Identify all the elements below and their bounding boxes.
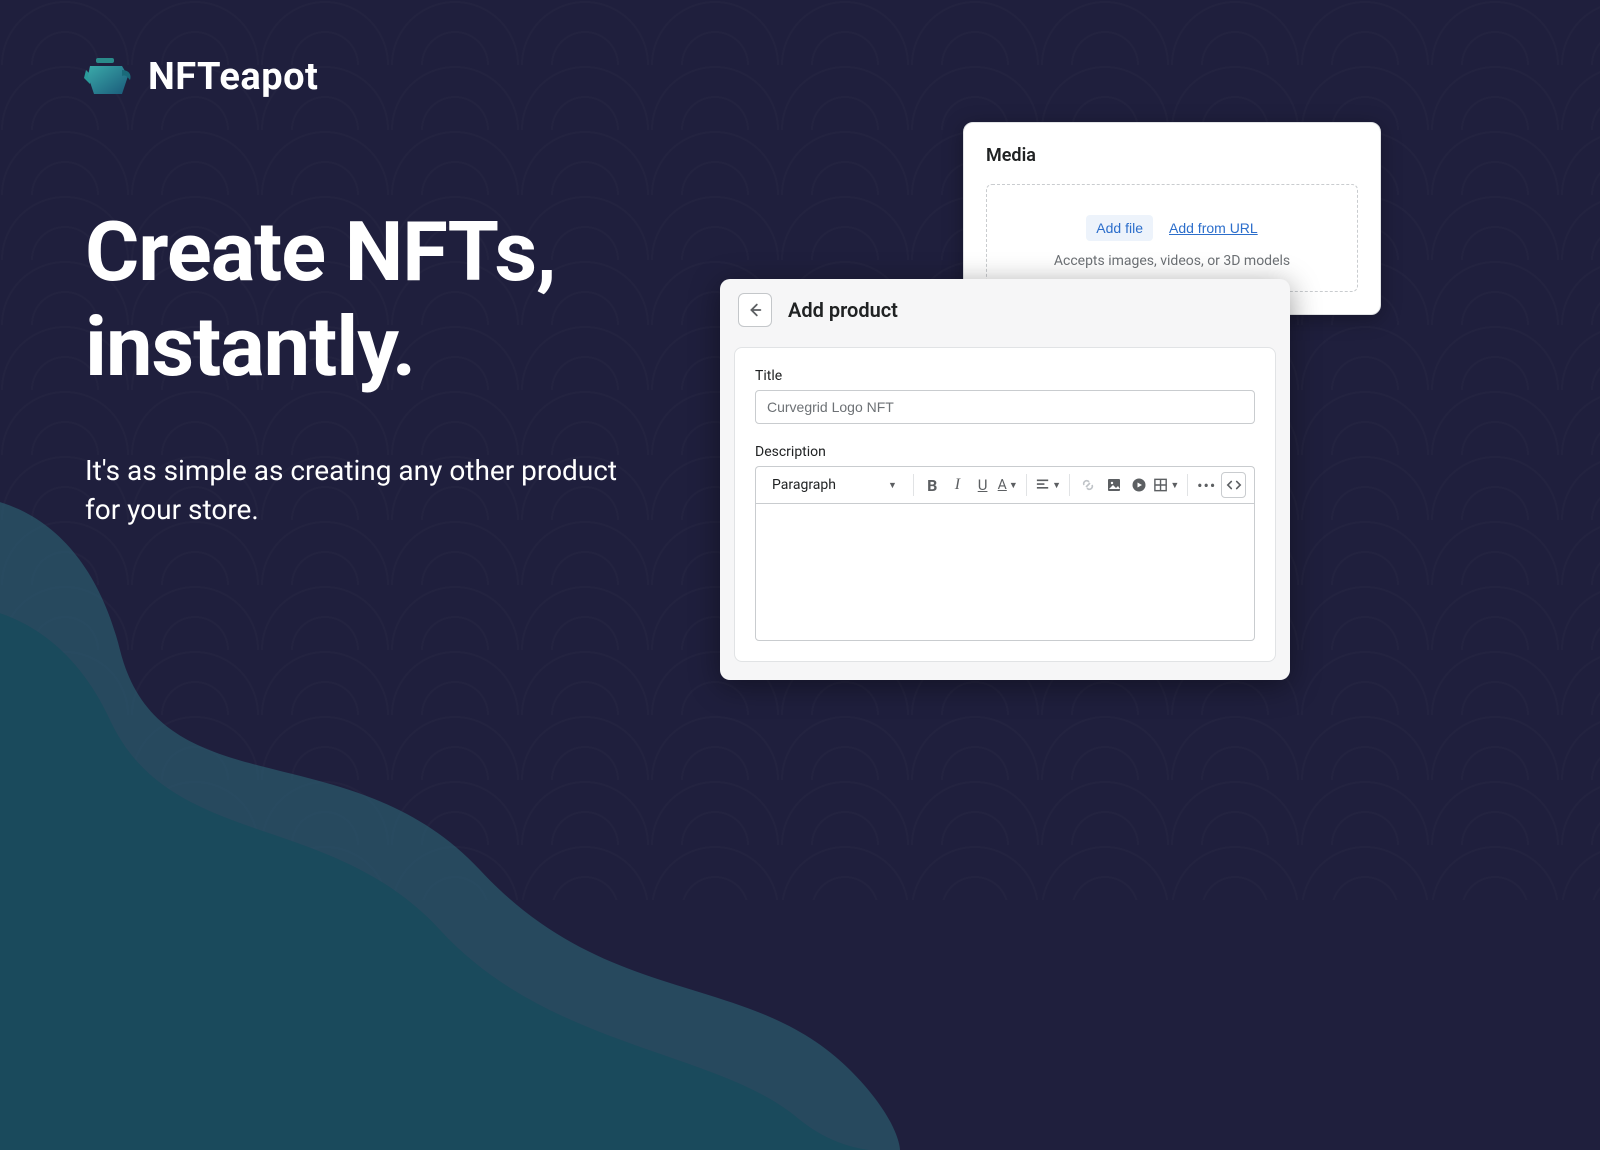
video-button[interactable]: [1128, 472, 1149, 498]
chevron-down-icon: ▼: [1170, 480, 1179, 491]
chevron-down-icon: ▼: [1052, 480, 1061, 491]
more-button[interactable]: •••: [1196, 472, 1217, 498]
hero-title-line1: Create NFTs,: [85, 205, 645, 300]
editor-toolbar: Paragraph ▼ B I U A▼ ▼: [755, 466, 1255, 503]
title-input[interactable]: [755, 390, 1255, 424]
separator: [1026, 474, 1027, 496]
back-button[interactable]: [738, 293, 772, 327]
paragraph-dropdown[interactable]: Paragraph ▼: [764, 473, 905, 497]
separator: [1187, 474, 1188, 496]
hero-title-line2: instantly.: [85, 300, 645, 395]
add-file-button[interactable]: Add file: [1086, 215, 1153, 241]
add-from-url-button[interactable]: Add from URL: [1169, 215, 1258, 241]
product-header-title: Add product: [788, 298, 898, 322]
paragraph-label: Paragraph: [772, 477, 836, 493]
media-hint: Accepts images, videos, or 3D models: [997, 253, 1347, 269]
brand-name: NFTeapot: [148, 55, 318, 99]
code-view-button[interactable]: [1221, 472, 1246, 498]
image-icon: [1106, 477, 1122, 493]
separator: [1069, 474, 1070, 496]
arrow-left-icon: [746, 301, 764, 319]
image-button[interactable]: [1103, 472, 1124, 498]
play-icon: [1131, 477, 1147, 493]
media-heading: Media: [986, 145, 1358, 166]
media-dropzone[interactable]: Add file Add from URL Accepts images, vi…: [986, 184, 1358, 292]
product-body: Title Description Paragraph ▼ B I U A▼ ▼: [734, 347, 1276, 662]
italic-button[interactable]: I: [947, 472, 968, 498]
link-icon: [1080, 477, 1096, 493]
title-label: Title: [755, 368, 1255, 384]
separator: [913, 474, 914, 496]
description-editor[interactable]: [755, 503, 1255, 641]
link-button[interactable]: [1078, 472, 1099, 498]
description-label: Description: [755, 444, 1255, 460]
table-button[interactable]: ▼: [1153, 472, 1179, 498]
underline-button[interactable]: U: [972, 472, 993, 498]
hero: Create NFTs, instantly. It's as simple a…: [85, 205, 645, 529]
text-color-button[interactable]: A▼: [997, 472, 1018, 498]
align-icon: [1035, 477, 1050, 493]
product-card: Add product Title Description Paragraph …: [720, 279, 1290, 680]
bold-button[interactable]: B: [922, 472, 943, 498]
chevron-down-icon: ▼: [888, 480, 897, 491]
chevron-down-icon: ▼: [1009, 480, 1018, 491]
hero-subtitle: It's as simple as creating any other pro…: [85, 451, 645, 529]
code-icon: [1226, 478, 1242, 492]
table-icon: [1153, 477, 1168, 493]
product-header: Add product: [720, 279, 1290, 341]
teapot-icon: [80, 56, 134, 98]
align-button[interactable]: ▼: [1035, 472, 1061, 498]
brand: NFTeapot: [80, 55, 318, 99]
